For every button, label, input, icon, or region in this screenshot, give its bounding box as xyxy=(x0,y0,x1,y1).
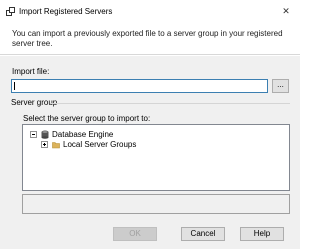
window-title: Import Registered Servers xyxy=(19,7,113,16)
description-banner: You can import a previously exported fil… xyxy=(0,24,300,55)
group-divider xyxy=(50,103,290,104)
help-button[interactable]: Help xyxy=(240,227,284,241)
banner-text: You can import a previously exported fil… xyxy=(12,29,283,48)
tree-item-label: Local Server Groups xyxy=(63,140,137,149)
expand-icon[interactable] xyxy=(41,141,48,148)
browse-button[interactable]: ... xyxy=(272,79,289,93)
close-icon: ✕ xyxy=(282,5,290,16)
tree-item-label: Database Engine xyxy=(52,130,114,139)
cancel-button[interactable]: Cancel xyxy=(181,227,225,241)
server-registration-icon xyxy=(6,7,15,16)
database-icon xyxy=(41,130,49,139)
import-file-input[interactable] xyxy=(11,79,268,93)
server-group-tree[interactable]: Database Engine Local Server Groups xyxy=(22,124,290,191)
group-description-box xyxy=(22,194,290,214)
title-bar: Import Registered Servers ✕ xyxy=(0,0,300,24)
ok-button[interactable]: OK xyxy=(113,227,157,241)
close-button[interactable]: ✕ xyxy=(272,0,300,22)
text-caret xyxy=(14,82,15,90)
collapse-icon[interactable] xyxy=(30,131,37,138)
tree-item-local-server-groups[interactable]: Local Server Groups xyxy=(41,139,136,150)
select-group-label: Select the server group to import to: xyxy=(23,114,151,123)
import-file-label: Import file: xyxy=(12,67,50,76)
folder-icon xyxy=(52,142,60,149)
